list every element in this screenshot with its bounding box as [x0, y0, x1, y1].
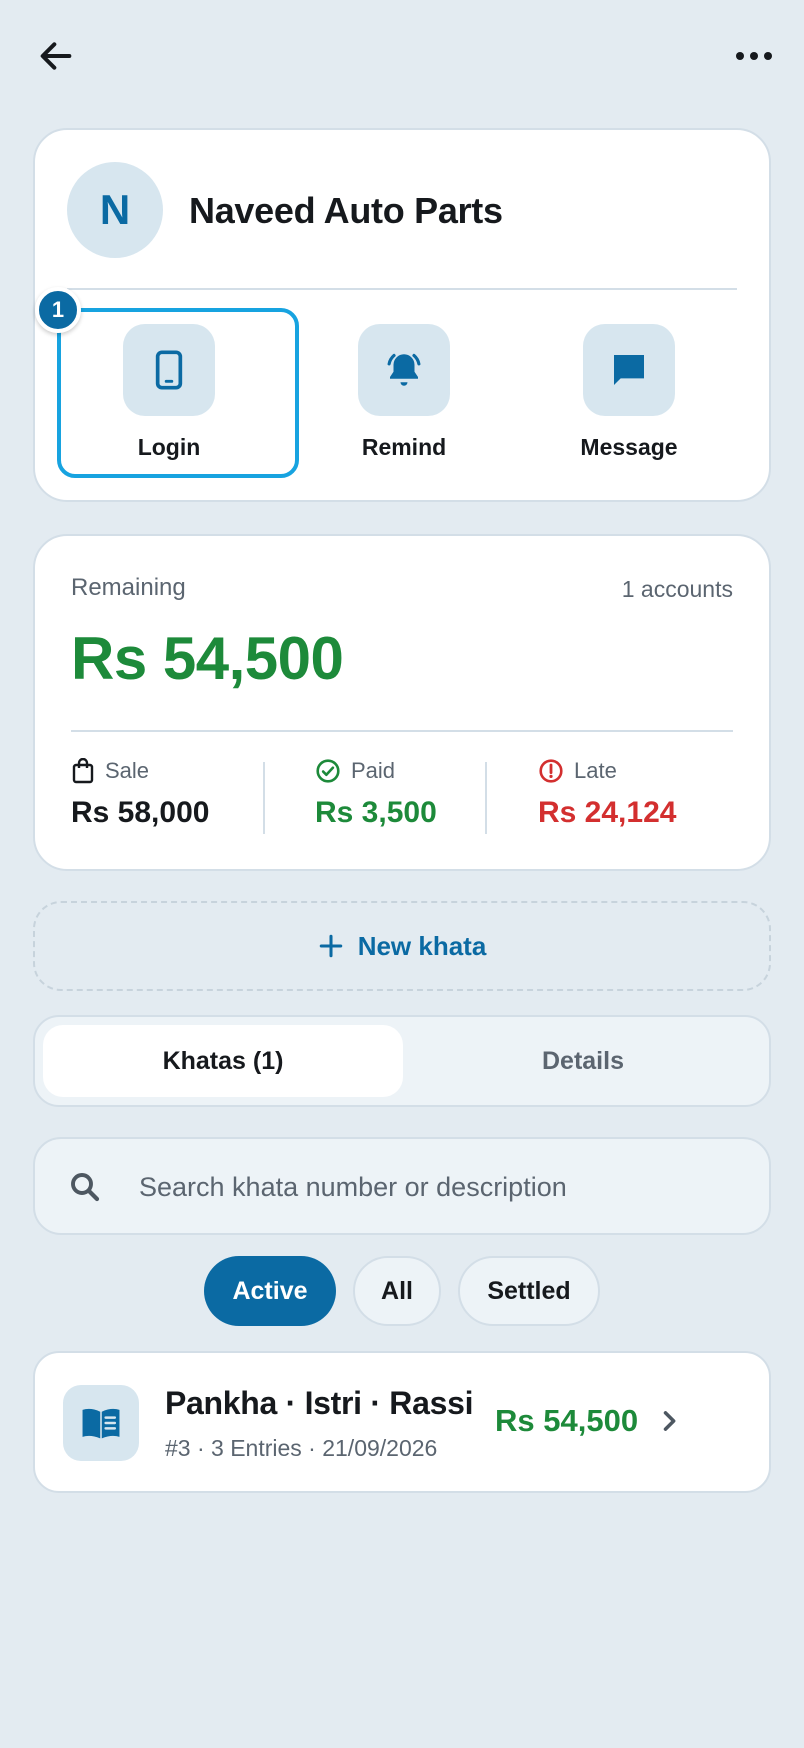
back-button[interactable] [30, 30, 82, 82]
chevron-right-icon [663, 1411, 676, 1431]
bell-icon [387, 353, 421, 386]
search-input[interactable] [139, 1159, 739, 1215]
plus-icon [319, 934, 342, 958]
more-options-button[interactable] [726, 30, 782, 82]
profile-card: N Naveed Auto Parts 1 Login Remind Messa… [33, 128, 771, 502]
filter-active[interactable]: Active [204, 1256, 336, 1326]
khata-title: Pankha · Istri · Rassi [165, 1385, 474, 1421]
chat-icon [614, 355, 644, 385]
message-label: Message [580, 434, 678, 460]
stat-sale: Sale Rs 58,000 [71, 758, 209, 830]
more-horizontal-icon [736, 52, 772, 60]
divider [71, 730, 733, 732]
bag-icon [72, 758, 94, 784]
divider [485, 762, 487, 834]
khata-list-item[interactable]: Pankha · Istri · Rassi #3 · 3 Entries · … [33, 1351, 771, 1493]
tab-details[interactable]: Details [403, 1025, 763, 1097]
message-icon-box [583, 324, 675, 416]
filter-settled[interactable]: Settled [458, 1256, 600, 1326]
divider [263, 762, 265, 834]
stat-late-value: Rs 24,124 [538, 796, 677, 829]
tab-bar: Khatas (1) Details [33, 1015, 771, 1107]
phone-icon [155, 350, 183, 390]
shop-name: Naveed Auto Parts [189, 190, 503, 231]
khata-meta: #3 · 3 Entries · 21/09/2026 [165, 1435, 438, 1461]
remaining-label: Remaining [71, 574, 186, 601]
book-icon [82, 1408, 120, 1439]
accounts-count: 1 accounts [621, 576, 733, 602]
remaining-amount: Rs 54,500 [71, 625, 344, 692]
alert-circle-icon [539, 759, 563, 783]
login-label: Login [137, 434, 201, 460]
stat-paid-label: Paid [351, 758, 396, 783]
tab-khatas[interactable]: Khatas (1) [43, 1025, 403, 1097]
search-bar [33, 1137, 771, 1235]
avatar: N [67, 162, 163, 258]
stat-paid-value: Rs 3,500 [315, 796, 437, 829]
stat-sale-value: Rs 58,000 [71, 796, 210, 829]
stat-late: Late Rs 24,124 [538, 758, 676, 830]
login-icon-box [123, 324, 215, 416]
balance-card: Remaining 1 accounts Rs 54,500 Sale Rs 5… [33, 534, 771, 871]
search-icon [71, 1173, 100, 1202]
check-circle-icon [316, 759, 340, 783]
new-khata-label: New khata [357, 930, 487, 961]
remind-icon-box [358, 324, 450, 416]
message-button[interactable]: Message [517, 310, 741, 480]
divider [67, 288, 737, 290]
filter-all[interactable]: All [353, 1256, 441, 1326]
top-bar [0, 0, 804, 110]
filter-chips: Active All Settled [0, 1256, 804, 1328]
khata-icon-box [63, 1385, 139, 1461]
stat-sale-label: Sale [105, 758, 150, 783]
khata-amount: Rs 54,500 [495, 1403, 639, 1438]
stat-paid: Paid Rs 3,500 [315, 758, 437, 830]
new-khata-button[interactable]: New khata [33, 901, 771, 991]
stat-late-label: Late [574, 758, 617, 783]
remind-label: Remind [361, 434, 447, 460]
login-button[interactable]: Login [57, 310, 281, 480]
arrow-left-icon [40, 42, 72, 70]
remind-button[interactable]: Remind [292, 310, 516, 480]
